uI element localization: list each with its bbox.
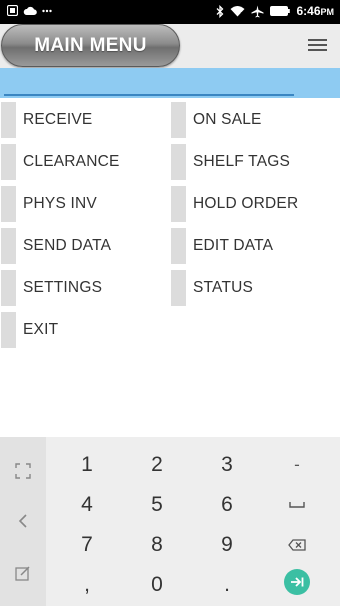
backspace-icon[interactable]	[262, 526, 332, 564]
notification-square-icon	[7, 5, 18, 16]
screen: 6:46PM MAIN MENU RECEIVE ON SALE CLEARAN…	[0, 0, 340, 606]
scan-input-bar	[0, 68, 340, 98]
key-4[interactable]: 4	[52, 486, 122, 524]
menu-item-shelf-tags[interactable]: SHELF TAGS	[171, 142, 336, 182]
cloud-icon	[23, 6, 37, 15]
key-comma[interactable]: ,	[52, 566, 122, 604]
menu-item-phys-inv[interactable]: PHYS INV	[1, 184, 166, 224]
menu-item-label: SEND DATA	[23, 237, 112, 254]
menu-item-send-data[interactable]: SEND DATA	[1, 226, 166, 266]
space-key-icon[interactable]	[262, 486, 332, 524]
menu-item-handle	[1, 144, 16, 180]
key-2[interactable]: 2	[122, 446, 192, 484]
status-time: 6:46PM	[296, 4, 334, 18]
keyboard-side-column	[0, 437, 46, 606]
menu-item-hold-order[interactable]: HOLD ORDER	[171, 184, 336, 224]
menu-item-receive[interactable]: RECEIVE	[1, 100, 166, 140]
wifi-icon	[230, 6, 245, 17]
scan-input[interactable]	[4, 68, 294, 96]
menu-item-clearance[interactable]: CLEARANCE	[1, 142, 166, 182]
menu-item-label: SETTINGS	[23, 279, 103, 296]
menu-item-edit-data[interactable]: EDIT DATA	[171, 226, 336, 266]
menu-item-handle	[171, 228, 186, 264]
page-title: MAIN MENU	[34, 35, 147, 56]
time-value: 6:46	[296, 4, 321, 18]
menu-item-handle	[1, 102, 16, 138]
key-5[interactable]: 5	[122, 486, 192, 524]
menu-item-label: EDIT DATA	[193, 237, 274, 254]
chevron-left-icon[interactable]	[0, 501, 46, 541]
time-ampm: PM	[320, 7, 335, 17]
key-7[interactable]: 7	[52, 526, 122, 564]
menu-item-label: SHELF TAGS	[193, 153, 291, 170]
status-bar: 6:46PM	[0, 0, 340, 24]
hamburger-menu-icon[interactable]	[308, 39, 327, 53]
airplane-mode-icon	[251, 5, 264, 17]
menu-item-handle	[1, 186, 16, 222]
bluetooth-icon	[217, 4, 224, 18]
enter-key[interactable]	[262, 563, 332, 601]
expand-icon[interactable]	[0, 451, 46, 491]
menu-item-label: ON SALE	[193, 111, 262, 128]
menu-item-handle	[171, 186, 186, 222]
key-minus[interactable]: -	[262, 446, 332, 484]
main-menu-title-button[interactable]: MAIN MENU	[1, 24, 180, 67]
key-6[interactable]: 6	[192, 486, 262, 524]
menu-item-handle	[1, 228, 16, 264]
next-arrow-icon	[284, 569, 310, 595]
battery-icon	[270, 6, 291, 16]
key-8[interactable]: 8	[122, 526, 192, 564]
key-3[interactable]: 3	[192, 446, 262, 484]
menu-item-handle	[171, 144, 186, 180]
menu-item-handle	[171, 102, 186, 138]
key-9[interactable]: 9	[192, 526, 262, 564]
key-0[interactable]: 0	[122, 566, 192, 604]
menu-item-handle	[1, 270, 16, 306]
app-header: MAIN MENU	[0, 24, 340, 68]
menu-item-handle	[1, 312, 16, 348]
menu-item-label: PHYS INV	[23, 195, 97, 212]
key-1[interactable]: 1	[52, 446, 122, 484]
key-period[interactable]: .	[192, 566, 262, 604]
menu-item-status[interactable]: STATUS	[171, 268, 336, 308]
menu-item-on-sale[interactable]: ON SALE	[171, 100, 336, 140]
menu-item-label: CLEARANCE	[23, 153, 120, 170]
numeric-keyboard: 1 2 3 - 4 5 6 7 8 9 , 0 .	[0, 437, 340, 606]
menu-item-exit[interactable]: EXIT	[1, 310, 166, 350]
menu-item-label: RECEIVE	[23, 111, 93, 128]
edit-icon[interactable]	[0, 553, 46, 593]
menu-item-label: HOLD ORDER	[193, 195, 299, 212]
menu-item-settings[interactable]: SETTINGS	[1, 268, 166, 308]
more-dots-icon	[42, 9, 52, 12]
menu-item-handle	[171, 270, 186, 306]
menu-item-label: STATUS	[193, 279, 254, 296]
menu-item-label: EXIT	[23, 321, 59, 338]
